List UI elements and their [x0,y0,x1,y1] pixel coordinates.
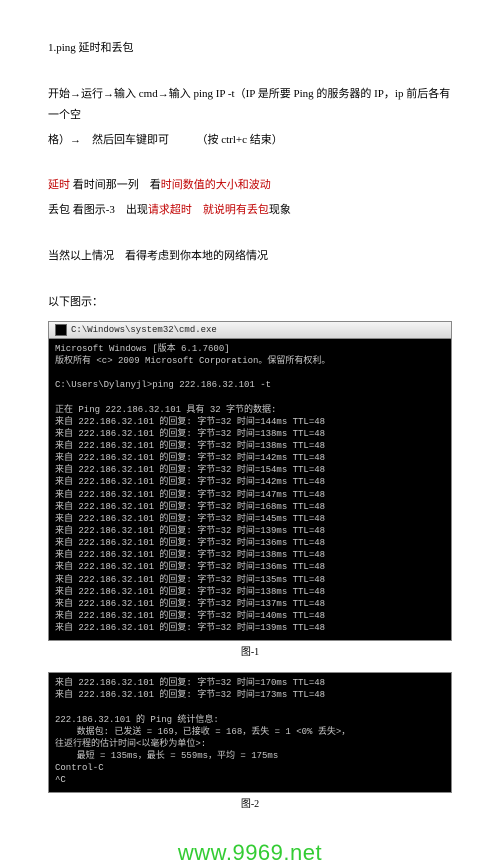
text-loss-red1: 请求超时 [148,204,192,216]
paragraph-2: 延时 看时间那一列 看时间数值的大小和波动 [48,175,452,196]
text-loss-tail: 现象 [269,204,291,216]
text-latency-emph: 时间数值的大小和波动 [161,179,271,191]
terminal-2-body: 来自 222.186.32.101 的回复: 字节=32 时间=170ms TT… [49,673,451,792]
terminal-title: C:\Windows\system32\cmd.exe [71,324,217,336]
paragraph-4: 当然以上情况 看得考虑到你本地的网络情况 [48,246,452,267]
heading: 1.ping 延时和丢包 [48,38,452,59]
cmd-icon [55,324,67,336]
terminal-figure-1: C:\Windows\system32\cmd.exe Microsoft Wi… [48,321,452,642]
paragraph-1a: 开始→运行→输入 cmd→输入 ping IP -t（IP 是所要 Ping 的… [48,84,452,126]
document-page: 1.ping 延时和丢包 开始→运行→输入 cmd→输入 ping IP -t（… [0,0,500,834]
text-loss-a: 丢包 看图示-3 出现 [48,204,148,216]
figure-2-caption: 图-2 [48,795,452,814]
text-latency-label: 延时 [48,179,70,191]
text-loss-gap [192,204,203,216]
watermark: www.9969.net [0,840,500,866]
terminal-1-body: Microsoft Windows [版本 6.1.7600] 版权所有 <c>… [49,339,451,640]
figure-1-caption: 图-1 [48,643,452,662]
text-loss-red2: 就说明有丢包 [203,204,269,216]
terminal-titlebar: C:\Windows\system32\cmd.exe [49,322,451,339]
paragraph-5: 以下图示： [48,292,452,313]
text-latency-mid: 看时间那一列 看 [70,179,161,191]
paragraph-3: 丢包 看图示-3 出现请求超时 就说明有丢包现象 [48,200,452,221]
paragraph-1b: 格）→ 然后回车键即可 （按 ctrl+c 结束） [48,130,452,151]
terminal-figure-2: 来自 222.186.32.101 的回复: 字节=32 时间=170ms TT… [48,672,452,793]
